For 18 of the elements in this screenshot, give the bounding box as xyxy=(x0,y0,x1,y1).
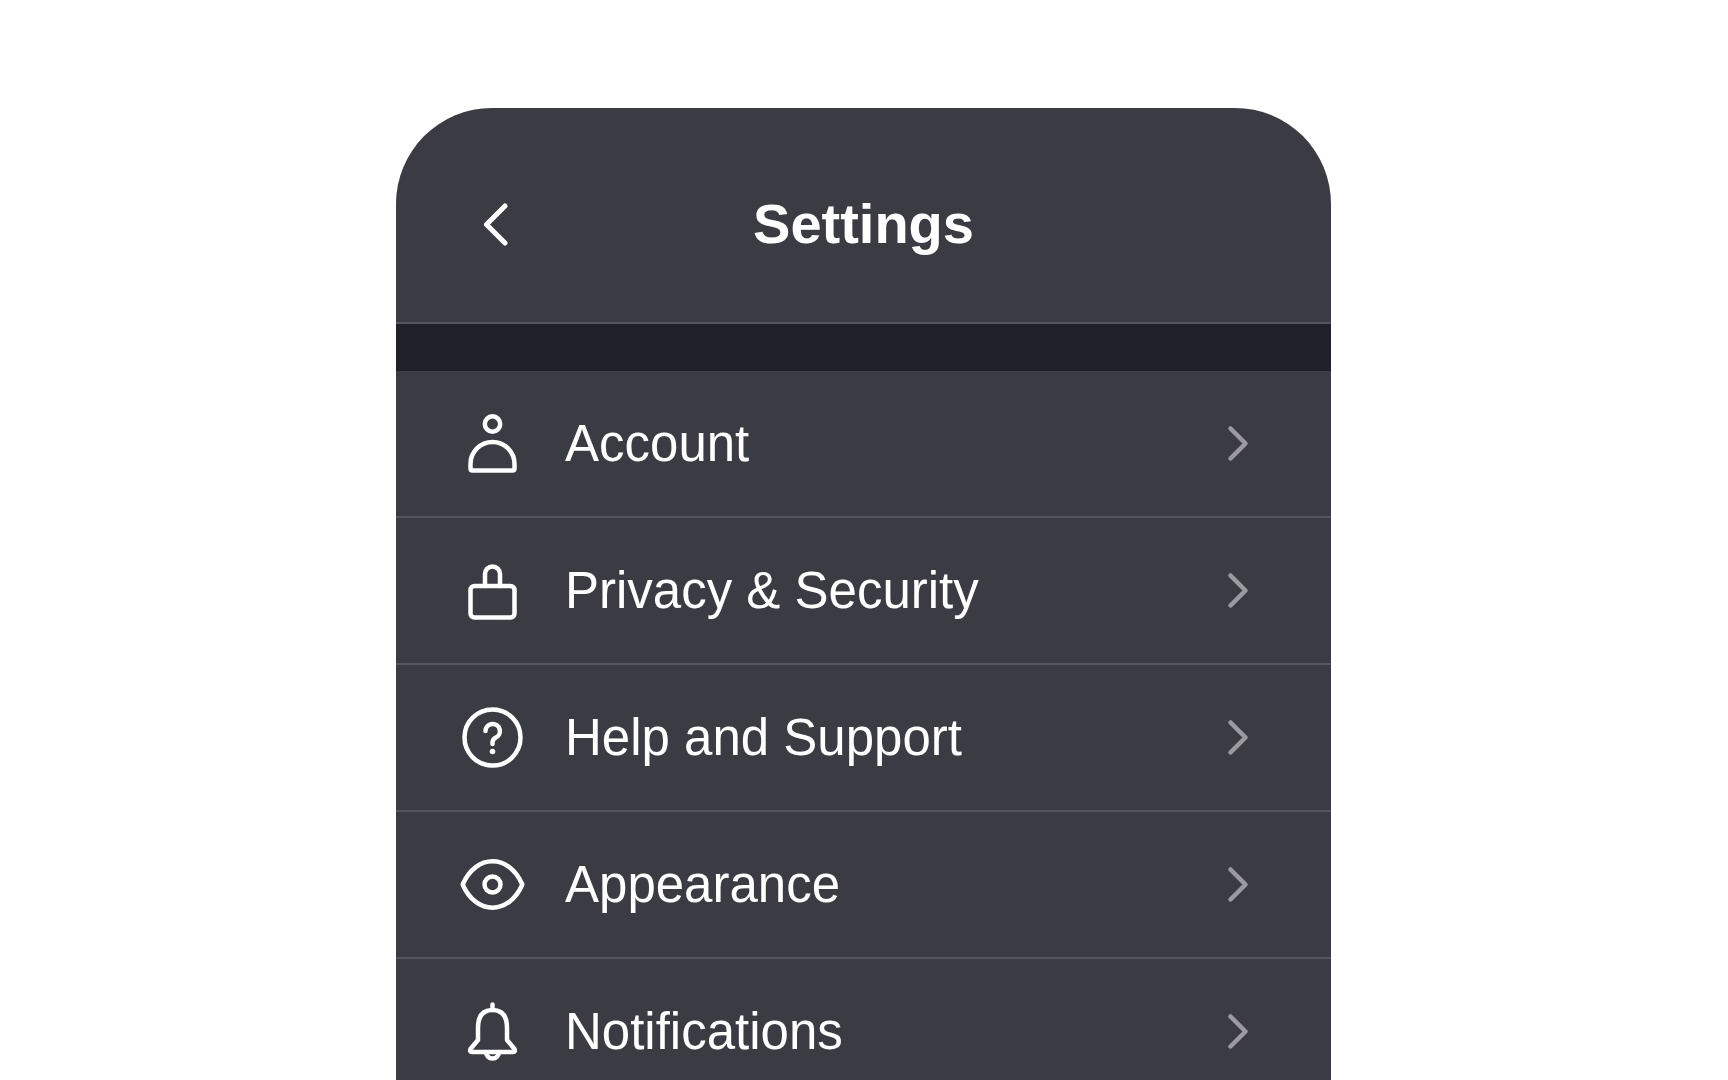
settings-item[interactable]: Account xyxy=(396,371,1331,518)
back-chevron-icon xyxy=(482,202,509,246)
chevron-right-icon xyxy=(1227,866,1249,903)
settings-item[interactable]: Privacy & Security xyxy=(396,518,1331,665)
lock-icon xyxy=(467,561,517,620)
settings-item[interactable]: Appearance xyxy=(396,812,1331,959)
chevron-right-icon xyxy=(1227,425,1249,462)
settings-item[interactable]: Help and Support xyxy=(396,665,1331,812)
settings-item[interactable]: Notifications xyxy=(396,959,1331,1080)
chevron-right-icon xyxy=(1227,572,1249,609)
person-icon xyxy=(465,414,519,473)
bell-icon xyxy=(466,1001,518,1062)
question-circle-icon xyxy=(461,707,523,768)
chevron-right-icon xyxy=(1227,719,1249,756)
page-title: Settings xyxy=(753,191,974,258)
back-button[interactable] xyxy=(482,202,509,246)
eye-icon xyxy=(459,859,525,910)
chevron-right-icon xyxy=(1227,1013,1249,1050)
